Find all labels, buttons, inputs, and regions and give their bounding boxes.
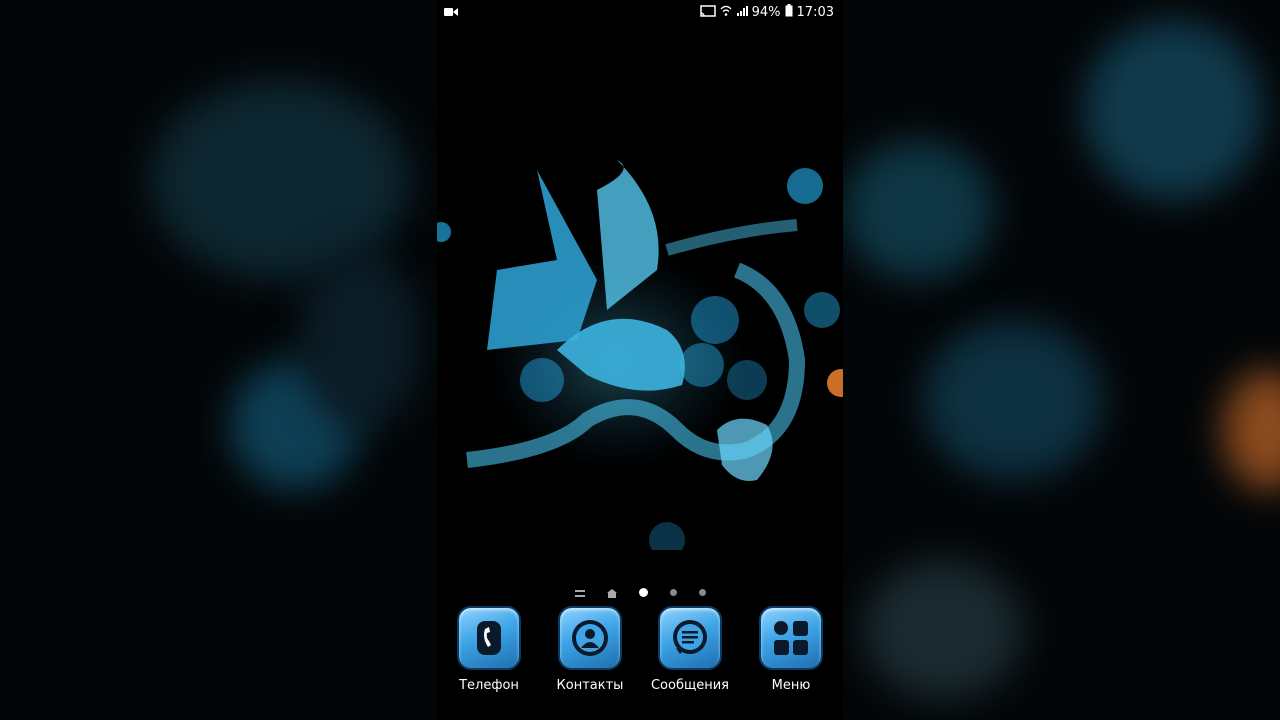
battery-percent: 94% <box>751 5 781 20</box>
wifi-icon <box>720 5 732 21</box>
phone-icon[interactable] <box>457 606 521 670</box>
left-blurred-background <box>0 0 437 720</box>
menu-lines-icon[interactable] <box>574 583 585 602</box>
phone-home-screen: 94% 17:03 Телефон Контакты Сообщения Мен… <box>437 0 843 720</box>
bokeh-blob <box>1223 370 1280 490</box>
page-dot[interactable] <box>669 588 677 596</box>
page-dot-active[interactable] <box>638 587 648 597</box>
status-icons: 94% 17:03 <box>699 4 834 21</box>
bokeh-blob <box>150 80 410 280</box>
cast-icon <box>699 4 716 21</box>
app-messages[interactable]: Сообщения <box>640 606 740 693</box>
battery-icon <box>785 4 793 21</box>
bokeh-blob <box>843 140 993 280</box>
screen-record-icon <box>444 6 458 21</box>
app-label: Телефон <box>459 678 519 693</box>
right-blurred-background <box>843 0 1280 720</box>
contacts-icon[interactable] <box>558 606 622 670</box>
page-indicator[interactable] <box>437 585 843 599</box>
bokeh-blob <box>923 320 1103 480</box>
clock: 17:03 <box>796 5 834 20</box>
signal-icon <box>736 5 748 21</box>
bokeh-blob <box>863 560 1023 700</box>
app-label: Меню <box>771 678 811 693</box>
page-dot[interactable] <box>698 588 706 596</box>
bokeh-blob <box>300 250 420 430</box>
app-contacts[interactable]: Контакты <box>540 606 640 693</box>
bokeh-blob <box>1083 20 1263 200</box>
dock: Телефон Контакты Сообщения Меню <box>437 606 843 706</box>
home-page-icon[interactable] <box>606 583 617 602</box>
status-bar: 94% 17:03 <box>437 0 843 26</box>
messages-icon[interactable] <box>658 606 722 670</box>
app-label: Контакты <box>556 678 624 693</box>
dragon-wallpaper <box>437 150 843 558</box>
app-menu[interactable]: Меню <box>741 606 841 693</box>
app-phone[interactable]: Телефон <box>439 606 539 693</box>
apps-grid-icon[interactable] <box>759 606 823 670</box>
app-label: Сообщения <box>650 678 729 693</box>
